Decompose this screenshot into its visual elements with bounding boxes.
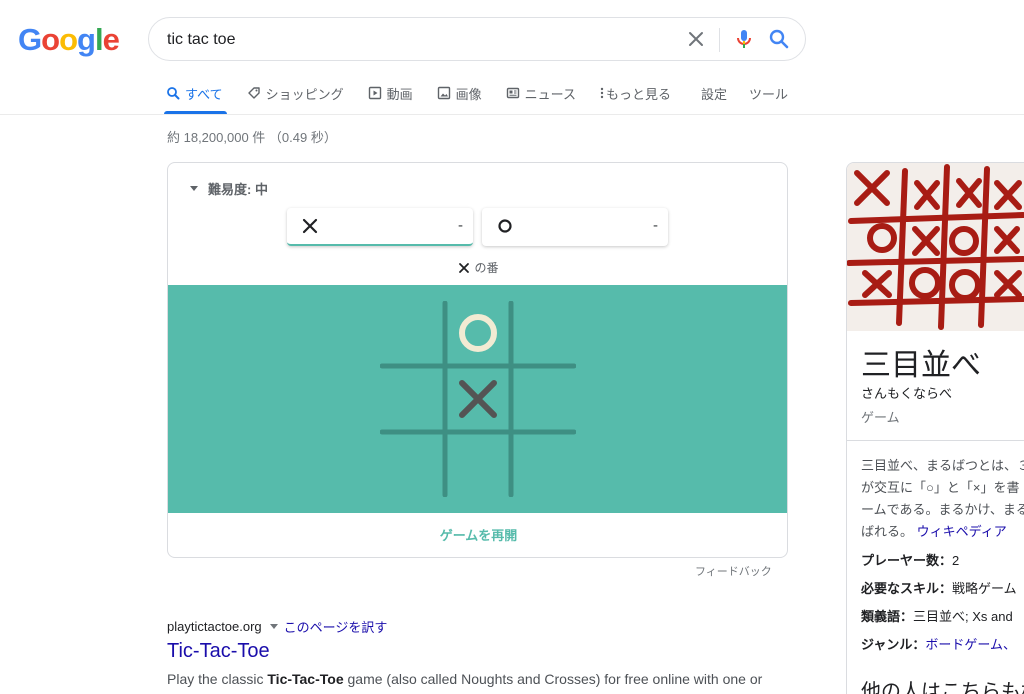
game-board xyxy=(380,301,576,497)
tools-label: ツール xyxy=(749,86,789,102)
feedback-link[interactable]: フィードバック xyxy=(695,563,772,579)
tab-all[interactable]: すべて xyxy=(164,76,227,114)
player-o-score: - xyxy=(653,217,658,234)
snippet-text: game (also called Noughts and Crosses) f… xyxy=(343,671,763,687)
tag-icon xyxy=(247,86,261,100)
fact-key: 類義語： xyxy=(861,609,914,624)
turn-label: の番 xyxy=(474,261,499,275)
board-cell[interactable] xyxy=(382,369,442,429)
settings-link[interactable]: 設定 xyxy=(701,76,727,110)
search-tabs: すべて ショッピング 動画 画像 ニュース もっと見る 設定 ツール xyxy=(164,76,810,114)
x-mark-icon xyxy=(301,217,319,235)
fact-row: 類義語：三目並べ; Xs and xyxy=(861,607,1024,635)
google-logo[interactable]: Google xyxy=(18,22,120,58)
fact-row: プレーヤー数：2 xyxy=(861,551,1024,579)
description-line: ばれる。 ウィキペディア xyxy=(861,521,1024,543)
board-cell[interactable] xyxy=(514,369,574,429)
tab-more[interactable]: もっと見る xyxy=(600,76,671,110)
knowledge-reading: さんもくならべ xyxy=(861,386,953,401)
result-stats: 約 18,200,000 件 （0.49 秒） xyxy=(167,130,337,145)
search-icon xyxy=(166,86,180,100)
board-cell[interactable] xyxy=(448,303,508,363)
fact-key: プレーヤー数： xyxy=(861,553,953,568)
board-cell[interactable] xyxy=(448,435,508,495)
knowledge-title: 三目並べ xyxy=(861,349,981,382)
tab-label: 画像 xyxy=(455,86,482,102)
result-snippet: Play the classic Tic-Tac-Toe game (also … xyxy=(167,668,787,694)
player-x-score: - xyxy=(458,217,463,234)
logo-letter: l xyxy=(94,22,104,57)
caret-down-icon xyxy=(190,186,198,191)
result-domain[interactable]: playtictactoe.org xyxy=(167,619,262,634)
game-board-area xyxy=(168,285,787,513)
more-vert-icon xyxy=(600,86,604,100)
fact-value: 戦略ゲーム xyxy=(952,581,1017,596)
player-x-score-card[interactable]: - xyxy=(287,208,473,246)
tab-label: すべて xyxy=(185,86,223,102)
logo-letter: G xyxy=(18,22,42,57)
result-title[interactable]: Tic-Tac-Toe xyxy=(167,640,270,663)
tab-label: ニュース xyxy=(524,86,576,102)
description-line: 三目並べ、まるばつとは、３ xyxy=(861,458,1024,473)
dropdown-icon[interactable] xyxy=(269,624,278,629)
logo-letter: g xyxy=(77,22,96,57)
genre-link[interactable]: ボードゲーム、 xyxy=(925,637,1016,652)
o-mark-icon xyxy=(496,217,514,235)
difficulty-select[interactable]: 難易度: 中 xyxy=(190,179,268,198)
result-url: playtictactoe.org このページを訳す xyxy=(167,617,387,636)
header-divider xyxy=(0,114,1024,115)
knowledge-panel-image[interactable] xyxy=(847,163,1024,331)
search-input[interactable] xyxy=(167,29,647,51)
fact-value: 三目並べ; Xs and xyxy=(913,609,1013,624)
description-line: ームである。まるかけ、まる xyxy=(861,502,1024,517)
clear-icon[interactable] xyxy=(685,28,707,50)
tic-tac-toe-card: 難易度: 中 - - の番 ゲームを再開 xyxy=(167,162,788,558)
tab-images[interactable]: 画像 xyxy=(437,76,482,110)
player-o-score-card[interactable]: - xyxy=(482,208,668,246)
fact-row: ジャンル：ボードゲーム、 xyxy=(861,635,1024,663)
knowledge-type: ゲーム xyxy=(861,410,900,425)
description-line: が交互に「○」と「×」を書 xyxy=(861,480,1020,495)
search-divider xyxy=(719,28,720,52)
tab-label: もっと見る xyxy=(605,86,671,102)
fact-row: 必要なスキル：戦略ゲーム xyxy=(861,579,1024,607)
tab-news[interactable]: ニュース xyxy=(506,76,576,110)
board-cell[interactable] xyxy=(382,303,442,363)
search-icon[interactable] xyxy=(767,27,791,51)
board-cell[interactable] xyxy=(514,435,574,495)
settings-label: 設定 xyxy=(701,86,728,102)
snippet-text: Play the classic xyxy=(167,671,268,687)
board-cell[interactable] xyxy=(382,435,442,495)
fact-key: ジャンル： xyxy=(861,637,926,652)
description-end: ばれる。 xyxy=(861,524,914,539)
video-icon xyxy=(368,86,382,100)
knowledge-divider xyxy=(847,440,1024,441)
image-icon xyxy=(437,86,451,100)
restart-game-button[interactable]: ゲームを再開 xyxy=(168,513,787,557)
wikipedia-link[interactable]: ウィキペディア xyxy=(917,524,1007,539)
tab-videos[interactable]: 動画 xyxy=(368,76,413,110)
tab-label: 動画 xyxy=(386,86,413,102)
search-box xyxy=(148,17,806,61)
tab-shopping[interactable]: ショッピング xyxy=(247,76,344,110)
logo-letter: e xyxy=(102,22,120,57)
snippet-bold: Tic-Tac-Toe xyxy=(267,671,344,687)
knowledge-description: 三目並べ、まるばつとは、３ が交互に「○」と「×」を書 ームである。まるかけ、ま… xyxy=(861,455,1024,543)
tools-link[interactable]: ツール xyxy=(749,76,788,110)
microphone-icon[interactable] xyxy=(732,27,756,51)
translate-link[interactable]: このページを訳す xyxy=(284,617,388,636)
fact-value: 2 xyxy=(952,553,960,568)
logo-letter: o xyxy=(59,22,78,57)
board-cell[interactable] xyxy=(514,303,574,363)
difficulty-label: 難易度: 中 xyxy=(208,182,268,197)
knowledge-panel: 三目並べ さんもくならべ ゲーム 三目並べ、まるばつとは、３ が交互に「○」と「… xyxy=(846,162,1024,694)
x-mark-icon xyxy=(459,262,470,273)
turn-indicator: の番 xyxy=(168,259,787,276)
knowledge-facts: プレーヤー数：2 必要なスキル：戦略ゲーム 類義語：三目並べ; Xs and ジ… xyxy=(861,551,1024,663)
tab-label: ショッピング xyxy=(265,86,344,102)
fact-key: 必要なスキル： xyxy=(861,581,953,596)
people-also-search-heading: 他の人はこちらも検 xyxy=(861,681,1024,694)
logo-letter: o xyxy=(41,22,60,57)
news-icon xyxy=(506,86,520,100)
